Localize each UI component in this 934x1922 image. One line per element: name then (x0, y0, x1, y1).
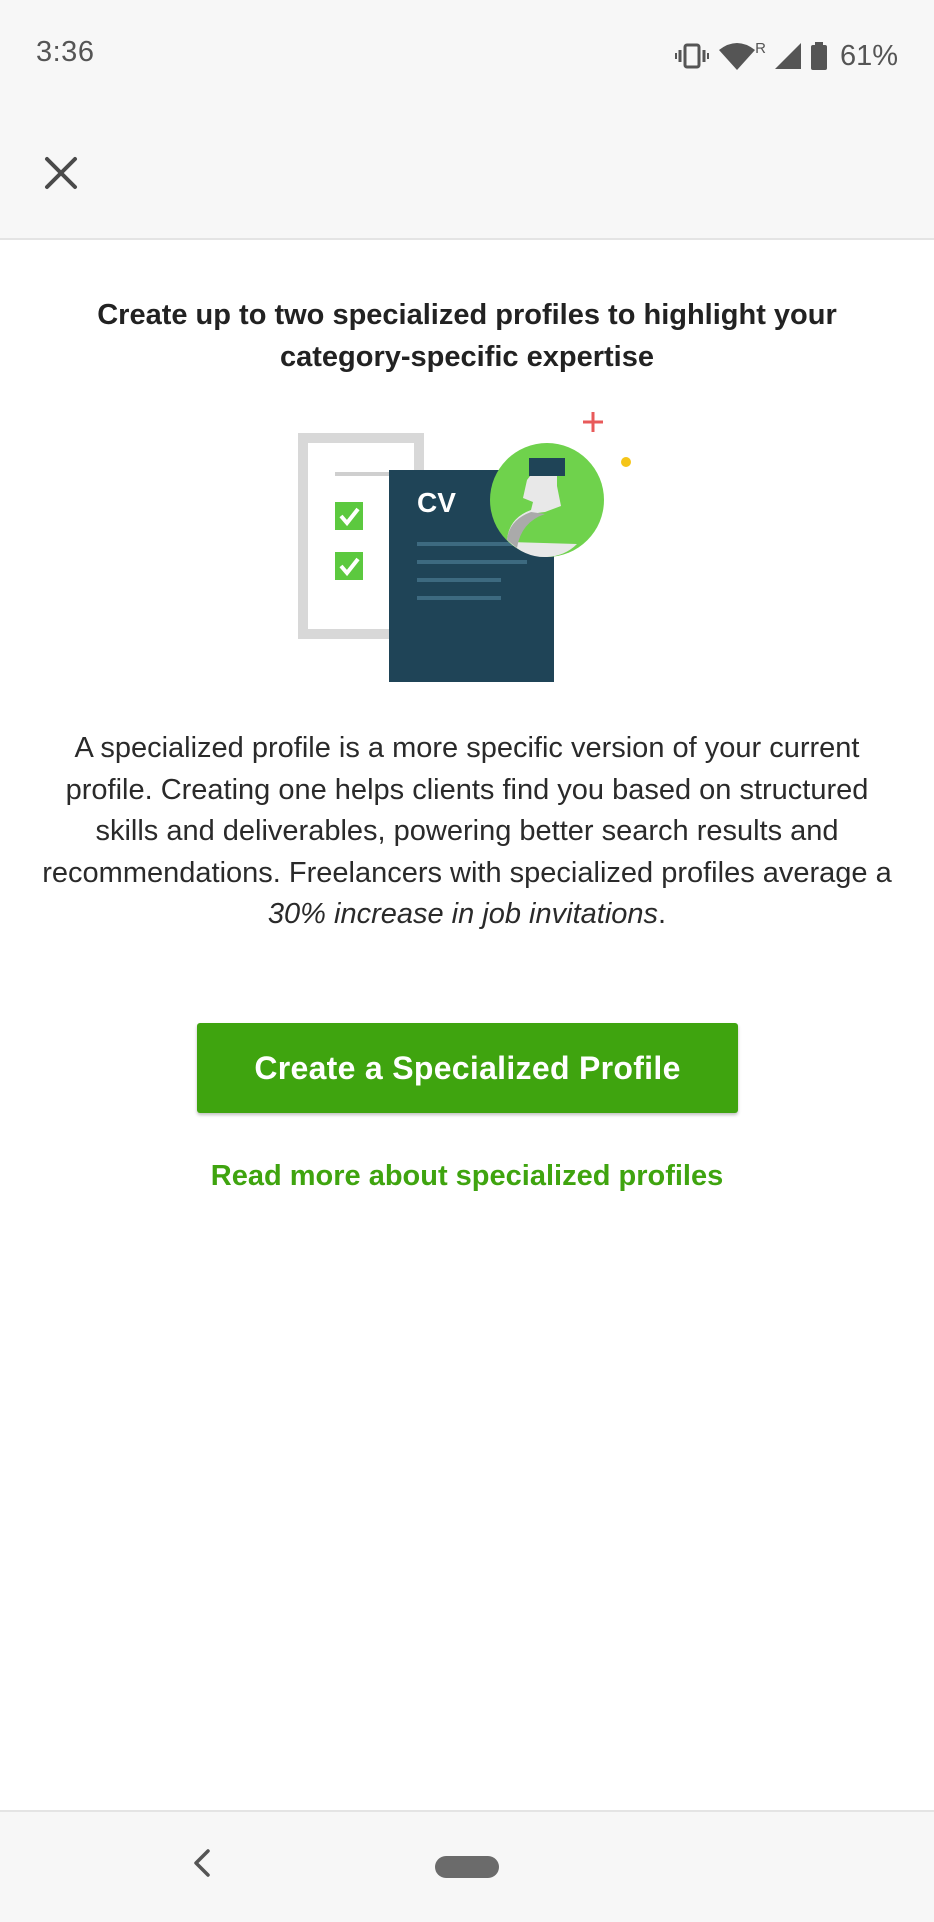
battery-percent: 61% (839, 39, 898, 72)
main-content: Create up to two specialized profiles to… (0, 240, 934, 1810)
cv-label: CV (417, 487, 456, 518)
cell-signal-icon (774, 41, 802, 71)
close-icon (44, 156, 78, 195)
vibrate-icon (675, 42, 710, 70)
read-more-link[interactable]: Read more about specialized profiles (0, 1160, 934, 1193)
description-text: A specialized profile is a more specific… (40, 728, 894, 936)
checkbox-icon (335, 502, 363, 530)
battery-icon (810, 41, 828, 71)
close-button[interactable] (28, 142, 94, 208)
specialized-profile-illustration: CV (295, 402, 640, 682)
status-bar: 3:36 R 61% (0, 0, 934, 110)
back-chevron-icon (192, 1848, 212, 1883)
status-time: 3:36 (36, 36, 95, 68)
page-headline: Create up to two specialized profiles to… (97, 299, 837, 373)
home-pill-icon[interactable] (435, 1856, 499, 1878)
app-bar (0, 110, 934, 240)
description-body: A specialized profile is a more specific… (42, 732, 892, 889)
create-specialized-profile-button[interactable]: Create a Specialized Profile (197, 1023, 738, 1113)
status-icons: R 61% (675, 36, 898, 76)
checkbox-icon (335, 552, 363, 580)
nav-back-button[interactable] (182, 1842, 222, 1888)
wifi-icon (717, 41, 757, 71)
description-trailing: . (658, 898, 667, 930)
system-nav-bar (0, 1810, 934, 1922)
description-emphasis: 30% increase in job invitations (267, 898, 659, 930)
